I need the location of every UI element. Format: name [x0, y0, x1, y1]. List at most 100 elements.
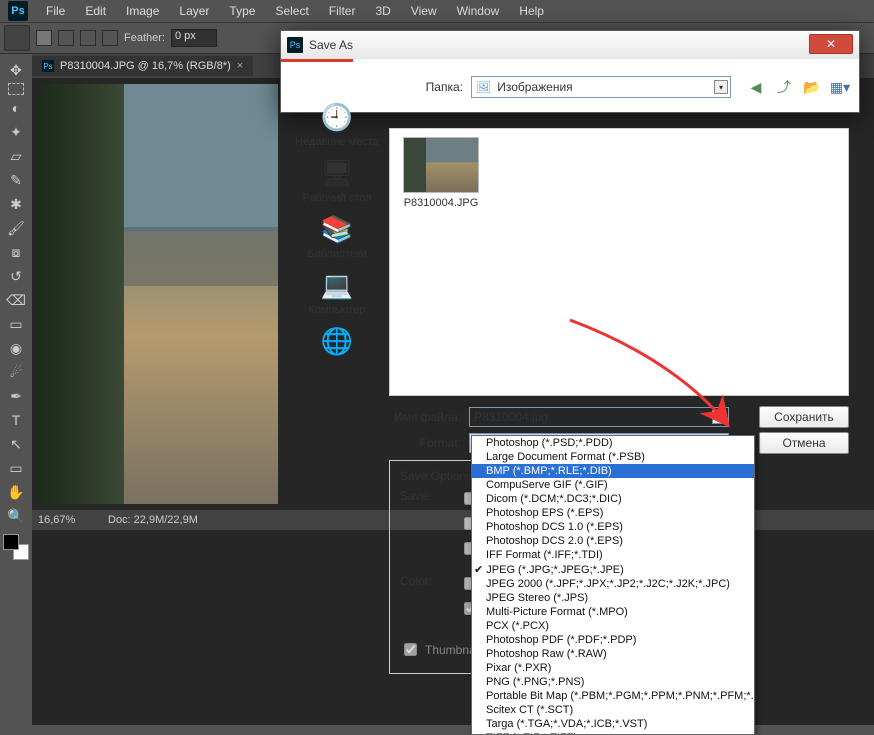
- marquee-mode-icon[interactable]: [58, 30, 74, 46]
- menu-select[interactable]: Select: [265, 1, 318, 21]
- computer-icon: 💻: [317, 268, 357, 302]
- document-canvas[interactable]: [38, 84, 278, 504]
- place-label: Недавние места: [295, 136, 379, 148]
- folder-value: Изображения: [497, 80, 572, 94]
- library-icon: 📚: [317, 212, 357, 246]
- hand-tool-icon[interactable]: ✋: [2, 481, 30, 503]
- zoom-level[interactable]: 16,67%: [38, 514, 90, 526]
- blur-tool-icon[interactable]: ◉: [2, 337, 30, 359]
- chevron-down-icon[interactable]: ▾: [714, 80, 728, 94]
- place-item[interactable]: 📚Библиотеки: [307, 212, 367, 260]
- foreground-swatch[interactable]: [3, 534, 19, 550]
- close-tab-icon[interactable]: ×: [237, 60, 243, 72]
- format-option[interactable]: JPEG 2000 (*.JPF;*.JPX;*.JP2;*.J2C;*.J2K…: [472, 577, 754, 591]
- format-option[interactable]: PCX (*.PCX): [472, 619, 754, 633]
- format-option[interactable]: PNG (*.PNG;*.PNS): [472, 675, 754, 689]
- format-option[interactable]: IFF Format (*.IFF;*.TDI): [472, 548, 754, 562]
- place-item[interactable]: 🕘Недавние места: [295, 100, 379, 148]
- format-dropdown-list[interactable]: Photoshop (*.PSD;*.PDD)Large Document Fo…: [471, 435, 755, 735]
- history-brush-icon[interactable]: ↺: [2, 265, 30, 287]
- folder-combobox[interactable]: 🖼 Изображения ▾: [471, 76, 731, 98]
- format-option[interactable]: Dicom (*.DCM;*.DC3;*.DIC): [472, 492, 754, 506]
- format-option[interactable]: Photoshop Raw (*.RAW): [472, 647, 754, 661]
- format-option[interactable]: BMP (*.BMP;*.RLE;*.DIB): [472, 464, 754, 478]
- marquee-mode-icon[interactable]: [102, 30, 118, 46]
- menu-filter[interactable]: Filter: [319, 1, 366, 21]
- lasso-tool-icon[interactable]: ◐: [2, 97, 30, 119]
- save-button[interactable]: Сохранить: [759, 406, 849, 428]
- zoom-tool-icon[interactable]: 🔍: [2, 505, 30, 527]
- format-option[interactable]: Targa (*.TGA;*.VDA;*.ICB;*.VST): [472, 717, 754, 731]
- path-tool-icon[interactable]: ↖: [2, 433, 30, 455]
- view-menu-icon[interactable]: ▦▾: [831, 78, 849, 96]
- save-section-label: Save:: [400, 489, 452, 503]
- format-option[interactable]: Pixar (*.PXR): [472, 661, 754, 675]
- menu-file[interactable]: File: [36, 1, 75, 21]
- place-item[interactable]: 🖥Рабочий стол: [302, 156, 371, 204]
- gradient-tool-icon[interactable]: ▭: [2, 313, 30, 335]
- eraser-tool-icon[interactable]: ⌫: [2, 289, 30, 311]
- pen-tool-icon[interactable]: ✒: [2, 385, 30, 407]
- chevron-down-icon[interactable]: ▾: [712, 410, 726, 424]
- photoshop-logo-icon: Ps: [8, 1, 28, 21]
- feather-input[interactable]: 0 px: [171, 29, 217, 47]
- toolbox: ✥ ◐ ✦ ▱ ✎ ✱ 🖌 ⧇ ↺ ⌫ ▭ ◉ ☄ ✒ T ↖ ▭ ✋ 🔍: [0, 54, 32, 566]
- move-tool-icon[interactable]: ✥: [2, 59, 30, 81]
- marquee-mode-icon[interactable]: [36, 30, 52, 46]
- crop-tool-icon[interactable]: ▱: [2, 145, 30, 167]
- file-item[interactable]: P8310004.JPG: [398, 137, 484, 209]
- menu-edit[interactable]: Edit: [75, 1, 116, 21]
- new-folder-icon[interactable]: 📂: [803, 78, 821, 96]
- eyedropper-tool-icon[interactable]: ✎: [2, 169, 30, 191]
- file-list[interactable]: P8310004.JPG: [389, 128, 849, 396]
- color-swatches[interactable]: [3, 534, 29, 560]
- healing-tool-icon[interactable]: ✱: [2, 193, 30, 215]
- format-option[interactable]: Photoshop (*.PSD;*.PDD): [472, 436, 754, 450]
- menu-items: FileEditImageLayerTypeSelectFilter3DView…: [36, 1, 554, 21]
- format-option[interactable]: Photoshop DCS 2.0 (*.EPS): [472, 534, 754, 548]
- close-button[interactable]: ✕: [809, 34, 853, 54]
- format-option[interactable]: Photoshop DCS 1.0 (*.EPS): [472, 520, 754, 534]
- wand-tool-icon[interactable]: ✦: [2, 121, 30, 143]
- dodge-tool-icon[interactable]: ☄: [2, 361, 30, 383]
- network-icon: 🌐: [317, 324, 357, 358]
- feather-label: Feather:: [124, 32, 165, 44]
- format-option[interactable]: Large Document Format (*.PSB): [472, 450, 754, 464]
- folder-label: Папка:: [391, 80, 463, 94]
- format-option[interactable]: CompuServe GIF (*.GIF): [472, 478, 754, 492]
- format-option[interactable]: Photoshop EPS (*.EPS): [472, 506, 754, 520]
- menu-3d[interactable]: 3D: [365, 1, 400, 21]
- menu-type[interactable]: Type: [219, 1, 265, 21]
- dialog-titlebar[interactable]: Ps Save As ✕: [281, 31, 859, 59]
- menu-layer[interactable]: Layer: [169, 1, 219, 21]
- marquee-mode-icon[interactable]: [80, 30, 96, 46]
- format-option[interactable]: Scitex CT (*.SCT): [472, 703, 754, 717]
- stamp-tool-icon[interactable]: ⧇: [2, 241, 30, 263]
- menu-view[interactable]: View: [401, 1, 447, 21]
- format-option[interactable]: Multi-Picture Format (*.MPO): [472, 605, 754, 619]
- format-option[interactable]: Photoshop PDF (*.PDF;*.PDP): [472, 633, 754, 647]
- brush-tool-icon[interactable]: 🖌: [2, 217, 30, 239]
- document-tab[interactable]: Ps P8310004.JPG @ 16,7% (RGB/8*) ×: [32, 56, 253, 76]
- back-icon[interactable]: ◀: [747, 78, 765, 96]
- place-item[interactable]: 🌐: [317, 324, 357, 360]
- format-option[interactable]: JPEG Stereo (*.JPS): [472, 591, 754, 605]
- type-tool-icon[interactable]: T: [2, 409, 30, 431]
- format-option[interactable]: ✔ JPEG (*.JPG;*.JPEG;*.JPE): [472, 562, 754, 577]
- format-option[interactable]: Portable Bit Map (*.PBM;*.PGM;*.PPM;*.PN…: [472, 689, 754, 703]
- place-item[interactable]: 💻Компьютер: [309, 268, 366, 316]
- thumbnail-check[interactable]: Thumbnail: [400, 640, 481, 659]
- shape-tool-icon[interactable]: ▭: [2, 457, 30, 479]
- format-option[interactable]: TIFF (*.TIF;*.TIFF): [472, 731, 754, 735]
- filename-input[interactable]: P8310004.jpg ▾: [469, 407, 729, 427]
- cancel-button[interactable]: Отмена: [759, 432, 849, 454]
- marquee-tool-icon[interactable]: [8, 83, 24, 95]
- menu-image[interactable]: Image: [116, 1, 169, 21]
- ps-doc-icon: Ps: [42, 60, 54, 72]
- menu-window[interactable]: Window: [447, 1, 510, 21]
- filename-label: Имя файла:: [389, 410, 461, 424]
- tool-preset-icon[interactable]: [4, 25, 30, 51]
- place-label: Рабочий стол: [302, 192, 371, 204]
- up-icon[interactable]: ⤴: [775, 78, 793, 96]
- menu-help[interactable]: Help: [509, 1, 554, 21]
